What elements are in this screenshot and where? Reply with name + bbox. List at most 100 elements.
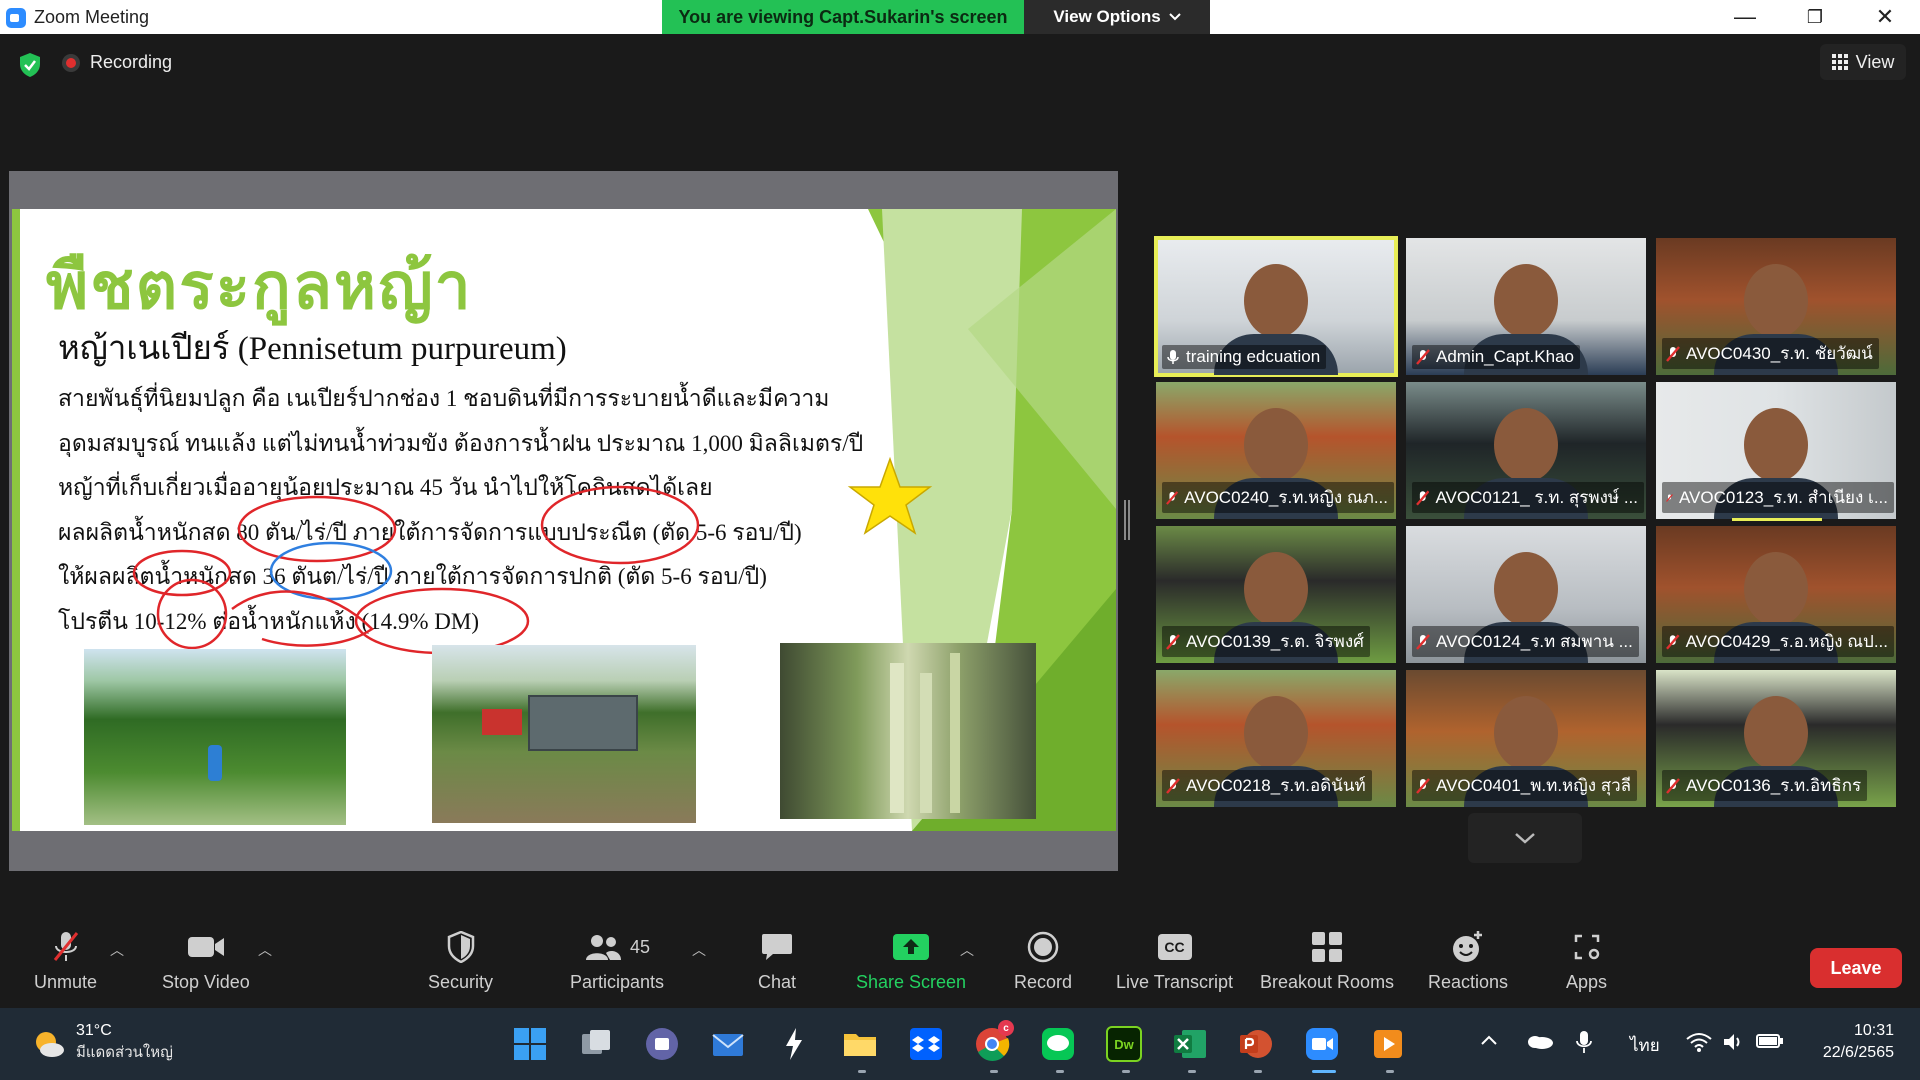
view-options-label: View Options	[1053, 7, 1161, 26]
participant-tile[interactable]: AVOC0430_ร.ท. ชัยวัฒน์	[1656, 238, 1896, 375]
participant-tile[interactable]: AVOC0136_ร.ท.อิทธิกร	[1656, 670, 1896, 807]
leave-button[interactable]: Leave	[1810, 948, 1902, 988]
participant-tile[interactable]: Admin_Capt.Khao	[1406, 238, 1646, 375]
mail-icon[interactable]	[710, 1026, 746, 1062]
participant-video	[1494, 552, 1558, 626]
volume-icon[interactable]	[1722, 1032, 1744, 1052]
participant-name-label: AVOC0124_ร.ท สมพาน ...	[1412, 626, 1639, 657]
participants-label: Participants	[570, 972, 665, 992]
participant-tile[interactable]: AVOC0139_ร.ต. จิรพงศ์	[1156, 526, 1396, 663]
splitter-handle[interactable]	[1124, 500, 1130, 540]
participant-name: AVOC0136_ร.ท.อิทธิกร	[1686, 776, 1862, 795]
recording-indicator[interactable]: Recording	[62, 52, 172, 73]
video-camera-icon	[187, 937, 224, 957]
dreamweaver-icon[interactable]: Dw	[1106, 1026, 1142, 1062]
participants-count: 45	[630, 936, 651, 957]
file-explorer-icon[interactable]	[842, 1026, 878, 1062]
photo-harvester	[432, 645, 696, 823]
chrome-notification-badge: c	[998, 1020, 1014, 1036]
system-clock[interactable]: 10:31 22/6/2565	[1823, 1020, 1894, 1064]
presentation-slide: พืชตระกูลหญ้า หญ้าเนเปียร์ (Pennisetum p…	[12, 209, 1116, 831]
reactions-button[interactable]: Reactions	[1428, 930, 1508, 993]
microphone-icon[interactable]	[1576, 1030, 1592, 1054]
share-screen-label: Share Screen	[856, 972, 967, 992]
minimize-button[interactable]: —	[1710, 0, 1780, 34]
excel-icon[interactable]	[1172, 1026, 1208, 1062]
security-button[interactable]: Security	[428, 930, 493, 993]
participant-video	[1494, 264, 1558, 338]
mic-muted-icon	[1666, 633, 1680, 650]
participant-name-label: AVOC0121_ ร.ท. สุรพงษ์ ...	[1412, 482, 1644, 513]
clock-time: 10:31	[1853, 1022, 1894, 1039]
apps-button[interactable]: Apps	[1566, 930, 1607, 993]
view-layout-button[interactable]: View	[1820, 44, 1906, 80]
participant-name-label: AVOC0401_พ.ท.หญิง สุวลี	[1412, 770, 1638, 801]
powerpoint-icon[interactable]	[1238, 1026, 1274, 1062]
wifi-icon[interactable]	[1686, 1032, 1712, 1052]
record-dot-icon	[62, 53, 80, 72]
photo-napier-field	[84, 649, 346, 825]
share-screen-button[interactable]: Share Screen	[856, 930, 966, 993]
dropbox-icon[interactable]	[908, 1026, 944, 1062]
chevron-down-icon	[1515, 833, 1535, 844]
battery-charging-icon[interactable]	[1756, 1032, 1784, 1050]
gallery-next-page-button[interactable]	[1468, 813, 1582, 863]
shared-screen: พืชตระกูลหญ้า หญ้าเนเปียร์ (Pennisetum p…	[9, 171, 1118, 871]
audio-options-caret-icon[interactable]: ︿	[110, 940, 124, 960]
show-hidden-icons-chevron-up-icon[interactable]	[1480, 1034, 1498, 1046]
record-button[interactable]: Record	[1014, 930, 1072, 993]
participant-name: AVOC0123_ร.ท. สำเนียง เ...	[1678, 488, 1888, 507]
mic-muted-icon	[1666, 777, 1680, 794]
windows-start-icon[interactable]	[512, 1026, 548, 1062]
participant-name-label: AVOC0139_ร.ต. จิรพงศ์	[1162, 626, 1370, 657]
participant-tile[interactable]: AVOC0124_ร.ท สมพาน ...	[1406, 526, 1646, 663]
participant-tile[interactable]: training edcuation	[1154, 236, 1398, 377]
participant-tile[interactable]: AVOC0121_ ร.ท. สุรพงษ์ ...	[1406, 382, 1646, 519]
running-indicator	[1056, 1070, 1064, 1073]
mic-on-icon	[1167, 350, 1179, 364]
chrome-icon[interactable]: c	[974, 1020, 1014, 1062]
participant-tile[interactable]: AVOC0123_ร.ท. สำเนียง เ...	[1656, 382, 1896, 519]
encryption-shield-icon[interactable]	[18, 52, 42, 78]
live-transcript-button[interactable]: CC Live Transcript	[1116, 930, 1233, 993]
participants-button[interactable]: 45 Participants	[570, 930, 664, 993]
restore-button[interactable]: ❐	[1780, 0, 1850, 34]
mic-muted-icon	[1416, 490, 1430, 505]
record-label: Record	[1014, 972, 1073, 992]
view-options-button[interactable]: View Options	[1024, 0, 1210, 34]
participants-options-caret-icon[interactable]: ︿	[692, 940, 706, 960]
unmute-button[interactable]: Unmute	[34, 930, 97, 993]
close-button[interactable]: ✕	[1850, 0, 1920, 34]
participant-tile[interactable]: AVOC0401_พ.ท.หญิง สุวลี	[1406, 670, 1646, 807]
share-options-caret-icon[interactable]: ︿	[960, 940, 974, 960]
input-language[interactable]: ไทย	[1630, 1032, 1660, 1059]
participant-name: AVOC0429_ร.อ.หญิง ณป...	[1685, 632, 1888, 651]
participant-name: AVOC0401_พ.ท.หญิง สุวลี	[1436, 776, 1632, 795]
line-messenger-icon[interactable]	[1040, 1026, 1076, 1062]
participant-video	[1744, 552, 1808, 626]
media-player-icon[interactable]	[1370, 1026, 1406, 1062]
view-label: View	[1855, 51, 1895, 72]
chat-button[interactable]: Chat	[758, 930, 796, 993]
participant-tile[interactable]: AVOC0240_ร.ท.หญิง ณภ...	[1156, 382, 1396, 519]
cc-icon: CC	[1157, 934, 1192, 960]
participant-name: AVOC0218_ร.ท.อดินันท์	[1186, 776, 1366, 795]
task-view-icon[interactable]	[578, 1026, 614, 1062]
video-options-caret-icon[interactable]: ︿	[258, 940, 272, 960]
mic-muted-icon	[1416, 777, 1430, 794]
teams-chat-icon[interactable]	[644, 1026, 680, 1062]
apps-label: Apps	[1566, 972, 1608, 992]
breakout-rooms-button[interactable]: Breakout Rooms	[1260, 930, 1394, 993]
chat-bubble-icon	[762, 934, 793, 960]
participant-tile[interactable]: AVOC0218_ร.ท.อดินันท์	[1156, 670, 1396, 807]
lightning-app-icon[interactable]	[776, 1026, 812, 1062]
participant-tile[interactable]: AVOC0429_ร.อ.หญิง ณป...	[1656, 526, 1896, 663]
weather-widget[interactable]: 31°C มีแดดส่วนใหญ่	[30, 1022, 173, 1064]
participant-name: AVOC0139_ร.ต. จิรพงศ์	[1186, 632, 1364, 651]
stop-video-button[interactable]: Stop Video	[162, 930, 250, 993]
zoom-taskbar-icon[interactable]	[1304, 1026, 1340, 1062]
onedrive-cloud-icon[interactable]	[1526, 1032, 1554, 1050]
participant-video	[1494, 408, 1558, 482]
participant-video	[1244, 408, 1308, 482]
participant-video	[1244, 696, 1308, 770]
